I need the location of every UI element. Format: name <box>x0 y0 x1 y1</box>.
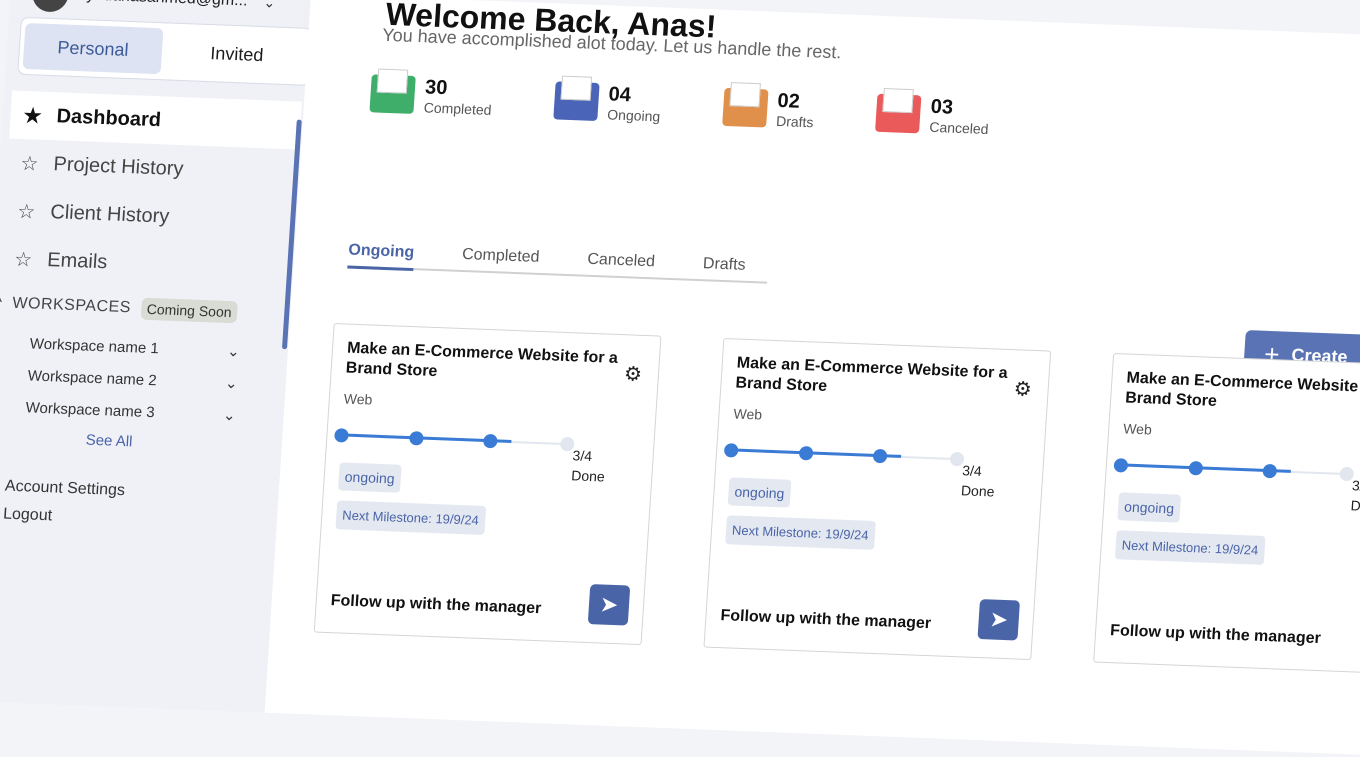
card-title: Make an E-Commerce Website for a Brand S… <box>1124 369 1360 410</box>
milestone-badge: Next Milestone: 19/9/24 <box>1114 530 1266 565</box>
progress-fraction: 3/4 <box>1351 477 1360 494</box>
workspace-name: Workspace name 3 <box>25 398 156 421</box>
milestone-badge: Next Milestone: 19/9/24 <box>335 500 486 535</box>
folder-icon <box>552 81 600 122</box>
stats-row: 30 Completed 04 Ongoing 02 Drafts 03 Cancele… <box>369 74 990 137</box>
toggle-personal[interactable]: Personal <box>22 22 164 75</box>
star-filled-icon: ★ <box>22 104 43 128</box>
card-title: Make an E-Commerce Website for a Brand S… <box>735 354 1009 396</box>
workspace-list: Workspace name 1 ⌄ Workspace name 2 ⌄ Wo… <box>25 327 241 431</box>
sidebar-item-emails[interactable]: ☆ Emails <box>0 234 293 293</box>
avatar <box>31 0 70 13</box>
folder-icon <box>875 93 922 134</box>
send-button[interactable]: ➤ <box>587 584 631 626</box>
chevron-down-icon[interactable]: ⌄ <box>225 374 239 392</box>
stat-label: Completed <box>423 99 492 118</box>
progress-done: Done <box>960 482 995 500</box>
folder-icon <box>721 87 769 128</box>
card-type: Web <box>343 390 373 408</box>
sidebar-item-label: Client History <box>49 200 170 228</box>
sidebar-item-label: Dashboard <box>55 104 162 131</box>
account-settings-label: Account Settings <box>4 477 126 500</box>
gear-icon[interactable]: ⚙ <box>623 361 643 387</box>
status-badge: ongoing <box>727 477 792 508</box>
project-card[interactable]: Make an E-Commerce Website for a Brand S… <box>313 323 662 646</box>
bottom-links: ☆ Account Settings ☆ Logout <box>0 472 126 534</box>
progress-fraction: 3/4 <box>572 447 593 465</box>
workspace-item[interactable]: Workspace name 3 ⌄ <box>25 391 237 431</box>
stat-canceled[interactable]: 03 Canceled <box>875 93 991 138</box>
send-button[interactable]: ➤ <box>977 599 1021 641</box>
progress-done: Done <box>1350 497 1360 515</box>
stat-ongoing[interactable]: 04 Ongoing <box>552 81 662 125</box>
account-settings-link[interactable]: ☆ Account Settings <box>0 472 126 506</box>
status-badge: ongoing <box>1117 492 1181 523</box>
progress-done: Done <box>570 467 606 485</box>
stat-label: Canceled <box>928 118 990 138</box>
send-icon: ➤ <box>988 606 1009 633</box>
tab-drafts[interactable]: Drafts <box>702 255 746 275</box>
stat-count: 03 <box>930 95 954 119</box>
main-content: Welcome Back, Anas! You have accomplishe… <box>264 0 1360 755</box>
project-tabs: Ongoing Completed Canceled Drafts <box>347 241 769 284</box>
stat-label: Ongoing <box>606 106 661 125</box>
star-outline-icon: ☆ <box>19 152 40 176</box>
star-outline-icon: ☆ <box>16 200 37 223</box>
progress-text: 3/4 Done <box>960 460 996 501</box>
stat-count: 04 <box>607 83 632 107</box>
progress-text: 3/4 Done <box>571 445 607 486</box>
followup-text: Follow up with the manager <box>719 607 932 633</box>
stat-completed[interactable]: 30 Completed <box>369 74 493 118</box>
tab-canceled[interactable]: Canceled <box>587 251 656 272</box>
send-icon: ➤ <box>599 591 620 618</box>
sidebar-item-label: Emails <box>46 248 109 273</box>
logout-label: Logout <box>2 505 53 525</box>
status-badge: ongoing <box>337 462 402 493</box>
progress-fraction: 3/4 <box>961 462 983 480</box>
project-card[interactable]: Make an E-Commerce Website for a Brand S… <box>1093 352 1360 676</box>
stat-label: Drafts <box>775 112 815 131</box>
chevron-down-icon[interactable]: ⌄ <box>227 342 241 360</box>
sidebar-nav: ★ Dashboard ☆ Project History ☆ Client H… <box>0 90 302 294</box>
chevron-down-icon[interactable]: ⌄ <box>222 406 236 424</box>
project-card[interactable]: Make an E-Commerce Website for a Brand S… <box>703 338 1052 661</box>
stat-count: 30 <box>424 76 449 100</box>
user-menu[interactable]: syedanasahmed@gm... ⌄ <box>31 0 276 21</box>
workspaces-heading: WORKSPACES <box>11 294 132 317</box>
coming-soon-badge: Coming Soon <box>140 297 239 324</box>
logout-link[interactable]: ☆ Logout <box>0 500 124 534</box>
workspace-name: Workspace name 2 <box>27 366 158 389</box>
personal-invited-toggle: Personal Invited <box>17 16 313 86</box>
star-outline-icon: ☆ <box>13 248 33 271</box>
stat-drafts[interactable]: 02 Drafts <box>721 87 816 131</box>
card-type: Web <box>1122 420 1153 438</box>
toggle-invited[interactable]: Invited <box>166 29 307 80</box>
progress-text: 3/4 Done <box>1350 475 1360 516</box>
chevron-down-icon[interactable]: ⌄ <box>263 0 276 11</box>
card-title: Make an E-Commerce Website for a Brand S… <box>345 339 619 381</box>
user-email: syedanasahmed@gm... <box>78 0 248 10</box>
project-cards: Make an E-Commerce Website for a Brand S… <box>313 323 1360 676</box>
milestone-badge: Next Milestone: 19/9/24 <box>725 515 876 550</box>
tab-completed[interactable]: Completed <box>462 246 540 267</box>
workspace-name: Workspace name 1 <box>29 334 160 357</box>
see-all-link[interactable]: See All <box>85 432 133 451</box>
tab-ongoing[interactable]: Ongoing <box>347 241 415 272</box>
followup-text: Follow up with the manager <box>1109 622 1322 648</box>
card-type: Web <box>733 405 763 423</box>
followup-text: Follow up with the manager <box>330 592 542 618</box>
chevron-up-icon[interactable]: ^ <box>0 294 3 312</box>
gear-icon[interactable]: ⚙ <box>1013 376 1033 402</box>
workspaces-header[interactable]: ^ WORKSPACES Coming Soon <box>0 292 239 324</box>
stat-count: 02 <box>776 89 801 113</box>
folder-icon <box>369 74 416 114</box>
sidebar: syedanasahmed@gm... ⌄ Personal Invited ★… <box>0 0 313 713</box>
sidebar-item-label: Project History <box>52 152 185 180</box>
